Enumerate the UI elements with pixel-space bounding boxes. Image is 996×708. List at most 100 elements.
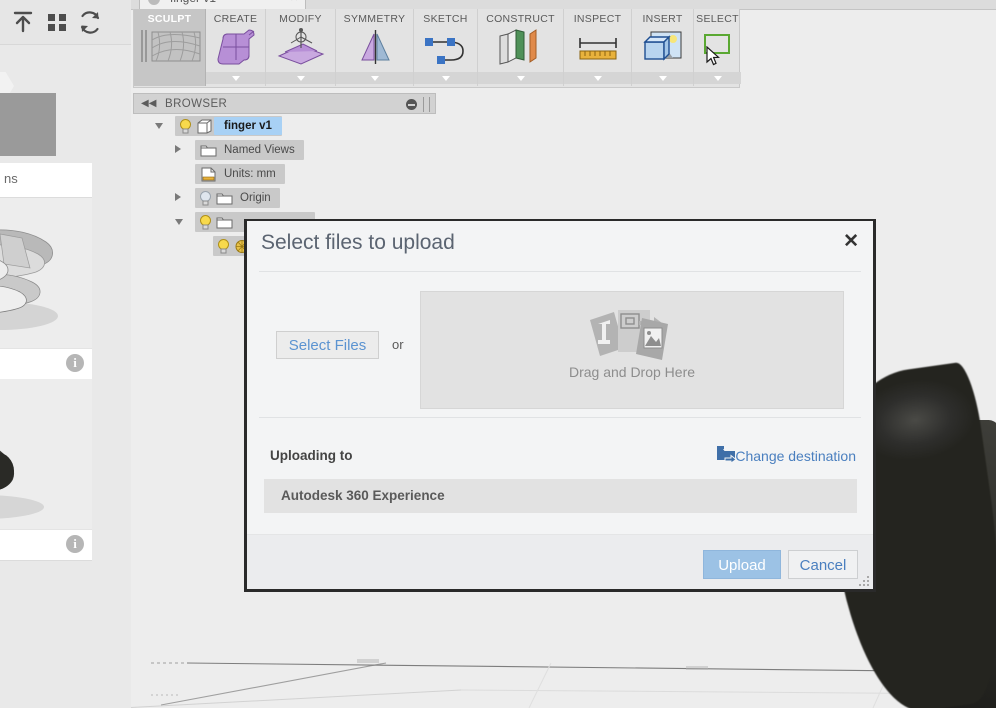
dropzone-caption: Drag and Drop Here [568, 364, 696, 380]
tree-item-units[interactable]: Units: mm [195, 164, 285, 184]
design-thumbnail-dark-finger [0, 379, 92, 529]
card-footer: i [0, 348, 92, 379]
ribbon-dropdown-arrow[interactable] [206, 72, 265, 84]
data-panel-toolbar [0, 0, 131, 45]
upload-icon[interactable] [10, 9, 36, 35]
minimize-icon[interactable] [406, 99, 417, 110]
drag-and-drop-zone[interactable]: Drag and Drop Here [420, 291, 844, 409]
insert-image-icon [632, 26, 693, 70]
tree-row[interactable]: Origin [133, 186, 436, 210]
destination-value: Autodesk 360 Experience [281, 488, 445, 503]
select-window-icon [694, 26, 741, 70]
divider [259, 417, 861, 418]
uploading-to-label: Uploading to [270, 448, 353, 463]
browser-header: ◀◀ BROWSER [133, 93, 436, 114]
files-stack-icon [588, 308, 676, 371]
ribbon-dropdown-arrow[interactable] [414, 72, 477, 84]
sculpt-mesh-icon [134, 26, 205, 70]
refresh-icon[interactable] [77, 9, 103, 35]
document-tab-label: finger v1 [170, 0, 216, 5]
units-doc-icon [201, 167, 216, 181]
project-preview-block [0, 93, 56, 156]
ribbon-tab-inspect[interactable]: INSPECT [564, 9, 632, 86]
info-icon[interactable]: i [66, 354, 84, 372]
lightbulb-on-icon[interactable] [215, 238, 232, 255]
upload-dialog: Select files to upload ✕ Select Files or… [247, 221, 873, 589]
ribbon-tab-symmetry[interactable]: SYMMETRY [336, 9, 414, 86]
lightbulb-on-icon[interactable] [197, 214, 214, 231]
browser-title: BROWSER [165, 98, 228, 110]
document-icon [148, 0, 160, 5]
ribbon-toolbar: SCULPT CREATE MODIFY SYMMETRY SKETCH CON… [133, 9, 741, 88]
tree-item-label: Origin [240, 192, 271, 204]
grid-view-icon[interactable] [44, 9, 70, 35]
folder-icon [216, 193, 233, 204]
ribbon-tab-create[interactable]: CREATE [206, 9, 266, 86]
expander-icon[interactable] [175, 193, 181, 201]
close-icon[interactable]: ✕ [290, 0, 299, 4]
divider [259, 271, 861, 272]
ribbon-tab-label: SKETCH [423, 13, 468, 25]
ribbon-tab-label: MODIFY [279, 13, 322, 25]
list-item[interactable]: i [0, 379, 92, 561]
ribbon-dropdown-arrow[interactable] [266, 72, 335, 84]
symmetry-mirror-icon [336, 26, 413, 70]
tree-item-named-views[interactable]: Named Views [195, 140, 304, 160]
ribbon-tab-modify[interactable]: MODIFY [266, 9, 336, 86]
ribbon-tab-label: SELECT [696, 13, 739, 25]
change-destination-link[interactable]: Change destination [735, 448, 856, 464]
expander-icon[interactable] [175, 219, 183, 225]
ribbon-tab-label: CREATE [213, 13, 258, 25]
tree-item-label: finger v1 [214, 117, 282, 135]
ribbon-tab-label: INSERT [642, 13, 683, 25]
or-label: or [392, 337, 404, 352]
modify-manip-icon [266, 26, 335, 70]
upload-button[interactable]: Upload [703, 550, 781, 579]
info-icon[interactable]: i [66, 535, 84, 553]
ribbon-tab-sculpt[interactable]: SCULPT [134, 9, 206, 86]
folder-icon [200, 145, 217, 156]
ribbon-tab-insert[interactable]: INSERT [632, 9, 694, 86]
dialog-title: Select files to upload [261, 231, 455, 254]
tree-item-label: Units: mm [224, 168, 276, 180]
ribbon-tab-label: SYMMETRY [343, 13, 406, 25]
card-footer: i [0, 529, 92, 560]
component-icon [197, 119, 212, 133]
select-files-button[interactable]: Select Files [276, 331, 379, 359]
folder-icon [216, 217, 233, 228]
expander-icon[interactable] [155, 123, 163, 129]
close-icon[interactable]: ✕ [843, 232, 859, 252]
expander-icon[interactable] [175, 145, 181, 153]
destination-value-box: Autodesk 360 Experience [264, 479, 857, 513]
ribbon-tab-label: SCULPT [147, 13, 192, 25]
tree-row[interactable]: Units: mm [133, 162, 436, 186]
tree-item-label: Named Views [224, 144, 295, 156]
ribbon-tab-select[interactable]: SELECT [694, 9, 741, 86]
tree-item-finger[interactable]: finger v1 [175, 116, 282, 136]
search-input-value: ns [4, 171, 18, 186]
resize-grip-icon[interactable] [859, 576, 869, 586]
lightbulb-off-icon[interactable] [197, 190, 214, 207]
tree-row[interactable]: Named Views [133, 138, 436, 162]
tree-item-origin[interactable]: Origin [195, 188, 280, 208]
list-item[interactable]: i [0, 198, 92, 380]
inspect-measure-icon [564, 26, 631, 70]
design-thumbnail-metal-ring [0, 198, 92, 348]
ribbon-dropdown-arrow[interactable] [564, 72, 631, 84]
collapse-icon[interactable]: ◀◀ [141, 99, 156, 109]
lightbulb-on-icon[interactable] [177, 118, 194, 135]
ribbon-dropdown-arrow[interactable] [478, 72, 563, 84]
create-box-icon [206, 26, 265, 70]
cancel-button[interactable]: Cancel [788, 550, 858, 579]
construct-plane-icon [478, 26, 563, 70]
data-panel: ns i i [0, 0, 132, 708]
ribbon-tab-label: INSPECT [573, 13, 622, 25]
ribbon-tab-construct[interactable]: CONSTRUCT [478, 9, 564, 86]
ribbon-dropdown-arrow[interactable] [694, 72, 741, 84]
ribbon-dropdown-arrow[interactable] [632, 72, 693, 84]
search-input[interactable]: ns [0, 163, 92, 198]
ribbon-tab-sketch[interactable]: SKETCH [414, 9, 478, 86]
panel-grip[interactable] [423, 97, 430, 112]
tree-row[interactable]: finger v1 [133, 114, 436, 138]
ribbon-dropdown-arrow[interactable] [336, 72, 413, 84]
